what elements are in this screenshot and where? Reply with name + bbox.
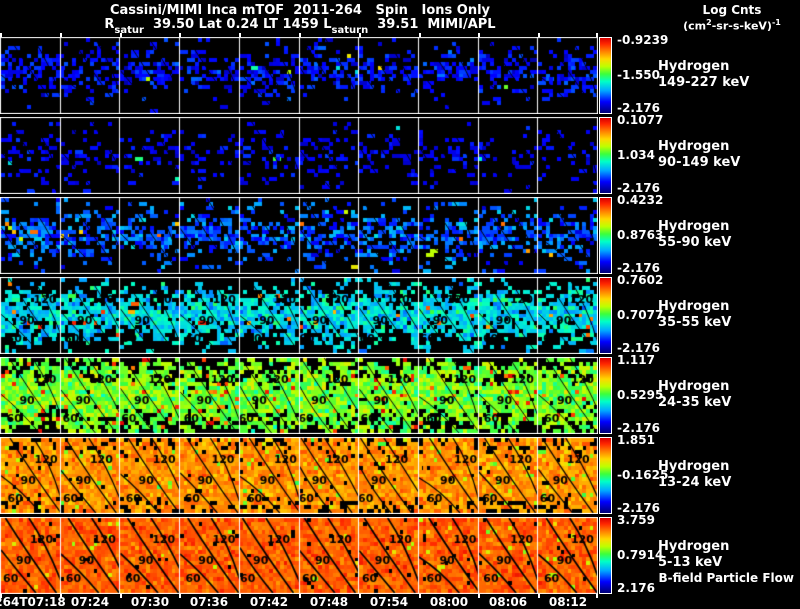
units-prefix: (cm <box>683 19 707 33</box>
subtitle-tail: 39.51 MIMI/APL <box>368 17 496 32</box>
energy-band-row-3: 0.7602 0.7077 -2.176 Hydrogen 35-55 keV <box>0 273 800 355</box>
units-superscript-inverse: -1 <box>771 18 781 27</box>
row-4-colorbar-mid-label: 0.5295 <box>617 388 664 402</box>
energy-band-row-2: 0.4232 0.8763 -2.176 Hydrogen 55-90 keV <box>0 193 800 275</box>
row-1-colorbar-mid-label: 1.034 <box>617 148 655 162</box>
r-subscript: satur <box>114 25 144 36</box>
l-label-subscript: saturn <box>331 25 369 36</box>
row-5-species-name: Hydrogen <box>658 459 730 474</box>
row-1-colorbar <box>599 117 612 194</box>
axis-tick <box>596 594 598 598</box>
row-5-panels-canvas <box>0 437 598 514</box>
row-4-colorbar <box>599 357 612 434</box>
time-axis-label-9: 08:12 <box>548 595 588 609</box>
row-2-species-name: Hydrogen <box>658 219 730 234</box>
axis-tick <box>478 594 480 598</box>
row-0-colorbar-top-label: -0.9239 <box>617 33 669 47</box>
energy-band-row-4: 1.117 0.5295 -2.176 Hydrogen 24-35 keV <box>0 353 800 435</box>
row-4-colorbar-top-label: 1.117 <box>617 353 655 367</box>
axis-tick <box>359 594 361 598</box>
row-2-species-label: Hydrogen 55-90 keV <box>658 219 731 251</box>
row-6-species-name: Hydrogen <box>658 539 730 554</box>
row-0-energy-range: 149-227 keV <box>658 75 750 90</box>
axis-tick <box>538 594 540 598</box>
time-axis-label-4: 07:42 <box>249 595 289 609</box>
row-0-species-label: Hydrogen 149-227 keV <box>658 59 749 91</box>
row-2-colorbar <box>599 197 612 274</box>
row-6-colorbar-mid-label: 0.7914 <box>617 548 664 562</box>
row-5-colorbar <box>599 437 612 514</box>
row-2-energy-range: 55-90 keV <box>658 235 732 250</box>
row-4-energy-range: 24-35 keV <box>658 395 732 410</box>
energy-band-row-1: 0.1077 1.034 -2.176 Hydrogen 90-149 keV <box>0 113 800 195</box>
units-mid: -sr-s-keV) <box>711 19 772 33</box>
time-axis-label-5: 07:48 <box>309 595 349 609</box>
row-6-species-label: Hydrogen 5-13 keV <box>658 539 729 571</box>
row-1-energy-range: 90-149 keV <box>658 155 741 170</box>
row-3-species-name: Hydrogen <box>658 299 730 314</box>
row-2-colorbar-mid-label: 0.8763 <box>617 228 664 242</box>
colorbar-units: (cm2-sr-s-keV)-1 <box>664 18 800 33</box>
row-1-species-label: Hydrogen 90-149 keV <box>658 139 740 171</box>
time-axis-label-8: 08:06 <box>488 595 528 609</box>
row-4-species-name: Hydrogen <box>658 379 730 394</box>
row-2-colorbar-top-label: 0.4232 <box>617 193 664 207</box>
axis-tick <box>239 594 241 598</box>
plot-title: Cassini/MIMI Inca mTOF 2011-264 Spin Ion… <box>109 3 491 18</box>
time-axis-label-2: 07:30 <box>130 595 170 609</box>
axis-tick <box>299 594 301 598</box>
time-axis-label-7: 08:00 <box>429 595 469 609</box>
row-4-panels-canvas <box>0 357 598 434</box>
colorbar-header: Log Cnts (cm2-sr-s-keV)-1 <box>664 3 800 33</box>
subtitle-mid: 39.50 Lat 0.24 LT 1459 L <box>143 17 332 32</box>
row-3-energy-range: 35-55 keV <box>658 315 732 330</box>
row-6-energy-range: 5-13 keV <box>658 555 723 570</box>
axis-tick <box>179 594 181 598</box>
row-5-species-label: Hydrogen 13-24 keV <box>658 459 731 491</box>
colorbar-title: Log Cnts <box>702 3 762 17</box>
row-3-panels-canvas <box>0 277 598 354</box>
row-3-species-label: Hydrogen 35-55 keV <box>658 299 731 331</box>
plot-subtitle: Rsatur 39.50 Lat 0.24 LT 1459 Lsaturn 39… <box>0 17 600 36</box>
energy-band-row-0: -0.9239 -1.550 -2.176 Hydrogen 149-227 keV <box>0 33 800 115</box>
row-6-colorbar-top-label: 3.759 <box>617 513 655 527</box>
time-axis-label-0: 264T07:18 <box>0 595 66 609</box>
row-1-species-name: Hydrogen <box>658 139 730 154</box>
row-0-colorbar <box>599 37 612 114</box>
spectrogram-figure: Cassini/MIMI Inca mTOF 2011-264 Spin Ion… <box>0 0 800 609</box>
row-3-colorbar-mid-label: 0.7077 <box>617 308 664 322</box>
axis-tick <box>120 594 122 598</box>
time-axis-label-1: 07:24 <box>70 595 110 609</box>
row-0-species-name: Hydrogen <box>658 59 730 74</box>
row-0-panels-canvas <box>0 37 598 114</box>
time-axis-label-6: 07:54 <box>369 595 409 609</box>
axis-tick <box>419 594 421 598</box>
row-0-colorbar-mid-label: -1.550 <box>617 68 660 82</box>
r-label: R <box>104 17 115 32</box>
row-1-colorbar-top-label: 0.1077 <box>617 113 664 127</box>
time-axis-label-3: 07:36 <box>189 595 229 609</box>
row-3-colorbar <box>599 277 612 354</box>
row-3-colorbar-top-label: 0.7602 <box>617 273 664 287</box>
energy-band-row-5: 1.851 -0.1625 -2.176 Hydrogen 13-24 keV <box>0 433 800 515</box>
row-5-colorbar-top-label: 1.851 <box>617 433 655 447</box>
row-4-species-label: Hydrogen 24-35 keV <box>658 379 731 411</box>
row-2-panels-canvas <box>0 197 598 274</box>
bfield-flow-label: B-field Particle Flow <box>658 571 794 585</box>
row-1-panels-canvas <box>0 117 598 194</box>
row-6-panels-canvas <box>0 517 598 594</box>
row-5-energy-range: 13-24 keV <box>658 475 732 490</box>
